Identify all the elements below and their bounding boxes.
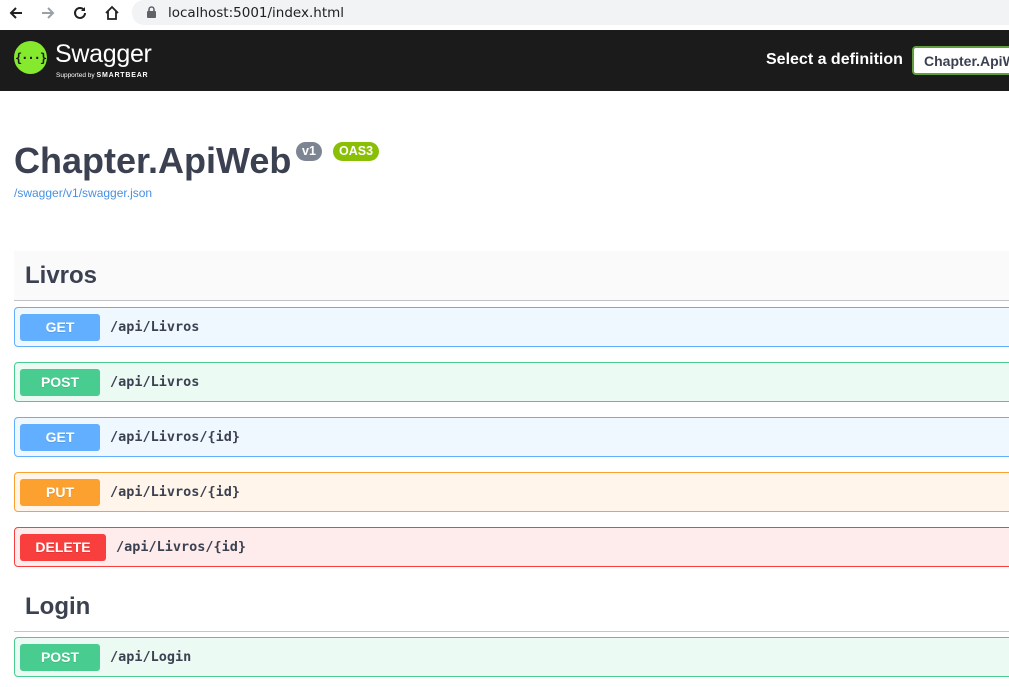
api-title: Chapter.ApiWeb: [14, 140, 292, 181]
tag-title: Livros: [25, 261, 98, 289]
operation-post-livros[interactable]: POST /api/Livros: [14, 362, 1009, 402]
method-badge: POST: [20, 643, 100, 671]
definition-select[interactable]: Chapter.ApiWeb v1: [912, 46, 1009, 75]
operation-path: /api/Livros/{id}: [110, 484, 241, 500]
operation-put-livro[interactable]: PUT /api/Livros/{id}: [14, 472, 1009, 512]
address-bar[interactable]: localhost:5001/index.html: [132, 0, 1009, 25]
back-icon[interactable]: [5, 2, 27, 24]
method-badge: POST: [20, 368, 100, 396]
reload-icon[interactable]: [69, 2, 91, 24]
tag-title: Login: [25, 592, 91, 620]
operation-path: /api/Livros/{id}: [116, 539, 247, 555]
method-badge: DELETE: [20, 533, 106, 561]
method-badge: GET: [20, 313, 100, 341]
definition-label: Select a definition: [766, 51, 903, 68]
logo-subtitle: Supported by SMARTBEAR: [56, 72, 149, 79]
browser-toolbar: localhost:5001/index.html: [0, 0, 1009, 28]
swagger-topbar: {···} Swagger Supported by SMARTBEAR Sel…: [0, 30, 1009, 91]
operation-path: /api/Livros/{id}: [110, 429, 241, 445]
url-text: localhost:5001/index.html: [168, 4, 345, 21]
method-badge: GET: [20, 423, 100, 451]
operation-path: /api/Login: [110, 649, 192, 665]
spec-link[interactable]: /swagger/v1/swagger.json: [14, 186, 152, 200]
version-badge: v1: [296, 142, 322, 161]
lock-icon: [146, 6, 157, 24]
forward-icon[interactable]: [37, 2, 59, 24]
tag-section-login[interactable]: Login: [14, 582, 1009, 632]
tag-section-livros[interactable]: Livros: [14, 251, 1009, 301]
swagger-logo-text: Swagger: [55, 40, 152, 68]
method-badge: PUT: [20, 478, 100, 506]
operation-path: /api/Livros: [110, 374, 200, 390]
operation-path: /api/Livros: [110, 319, 200, 335]
swagger-logo-icon[interactable]: {···}: [14, 41, 47, 74]
operation-post-login[interactable]: POST /api/Login: [14, 637, 1009, 677]
operation-delete-livro[interactable]: DELETE /api/Livros/{id}: [14, 527, 1009, 567]
operation-get-livro-by-id[interactable]: GET /api/Livros/{id}: [14, 417, 1009, 457]
operation-get-livros[interactable]: GET /api/Livros: [14, 307, 1009, 347]
oas-badge: OAS3: [333, 142, 380, 161]
home-icon[interactable]: [101, 2, 123, 24]
